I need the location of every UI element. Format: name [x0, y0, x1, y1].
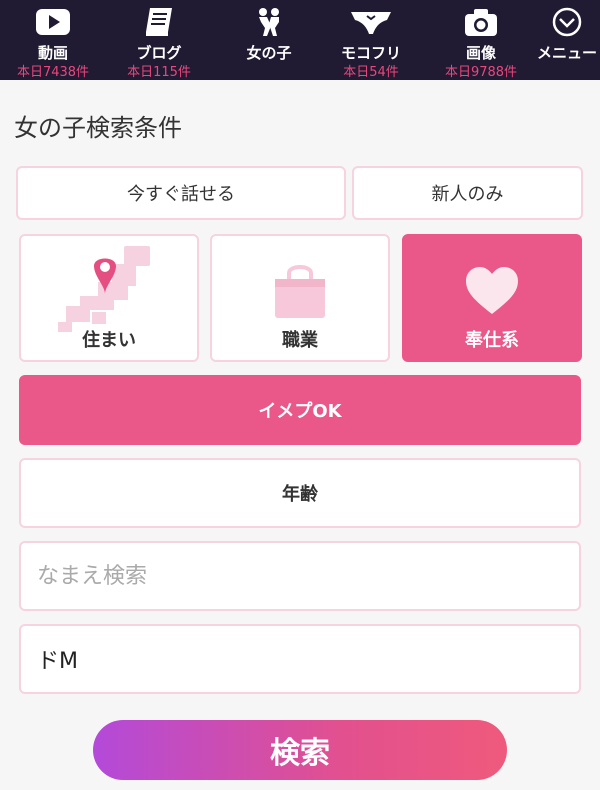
nav-item-video[interactable]: 動画 本日7438件 — [8, 0, 98, 80]
keyword-input[interactable] — [19, 624, 581, 694]
nav-label: 画像 — [465, 44, 496, 62]
name-search-input[interactable] — [19, 541, 581, 611]
nav-label: メニュー — [536, 44, 597, 62]
chevron-down-circle-icon — [552, 7, 582, 37]
imepu-ok-button[interactable]: イメプOK — [19, 375, 581, 445]
japan-map-pin-icon — [58, 246, 150, 332]
nav-count: 本日9788件 — [444, 65, 518, 80]
book-icon — [146, 8, 172, 36]
nav-item-images[interactable]: 画像 本日9788件 — [434, 0, 528, 80]
nav-count: 本日115件 — [127, 65, 191, 80]
camera-icon — [465, 9, 497, 36]
category-label: 職業 — [282, 330, 318, 351]
newcomers-only-button[interactable]: 新人のみ — [352, 166, 583, 220]
top-navigation: 動画 本日7438件 ブログ 本日115件 女の子 モコフリ 本日54件 画像 … — [0, 0, 600, 80]
category-occupation[interactable]: 職業 — [210, 234, 390, 362]
nav-count: 本日7438件 — [16, 65, 90, 80]
nav-item-mokofuri[interactable]: モコフリ 本日54件 — [326, 0, 416, 80]
couple-icon — [259, 8, 279, 36]
nav-label: ブログ — [136, 44, 182, 62]
category-service[interactable]: 奉仕系 — [402, 234, 582, 362]
category-label: 住まい — [82, 330, 136, 351]
nav-label: 動画 — [37, 44, 68, 62]
category-label: 奉仕系 — [465, 330, 519, 351]
nav-item-blog[interactable]: ブログ 本日115件 — [114, 0, 204, 80]
heart-icon — [466, 267, 518, 314]
shopping-bag-icon — [275, 265, 325, 318]
nav-count: 本日54件 — [343, 65, 399, 80]
video-play-icon — [36, 9, 70, 35]
underwear-icon — [351, 12, 391, 34]
talk-now-button[interactable]: 今すぐ話せる — [16, 166, 346, 220]
nav-item-girls[interactable]: 女の子 — [224, 0, 314, 80]
nav-item-menu[interactable]: メニュー — [534, 0, 600, 80]
nav-label: モコフリ — [340, 44, 401, 62]
search-button[interactable]: 検索 — [93, 720, 507, 780]
age-select-button[interactable]: 年齢 — [19, 458, 581, 528]
page-title: 女の子検索条件 — [14, 114, 182, 142]
category-residence[interactable]: 住まい — [19, 234, 199, 362]
nav-label: 女の子 — [246, 44, 292, 62]
